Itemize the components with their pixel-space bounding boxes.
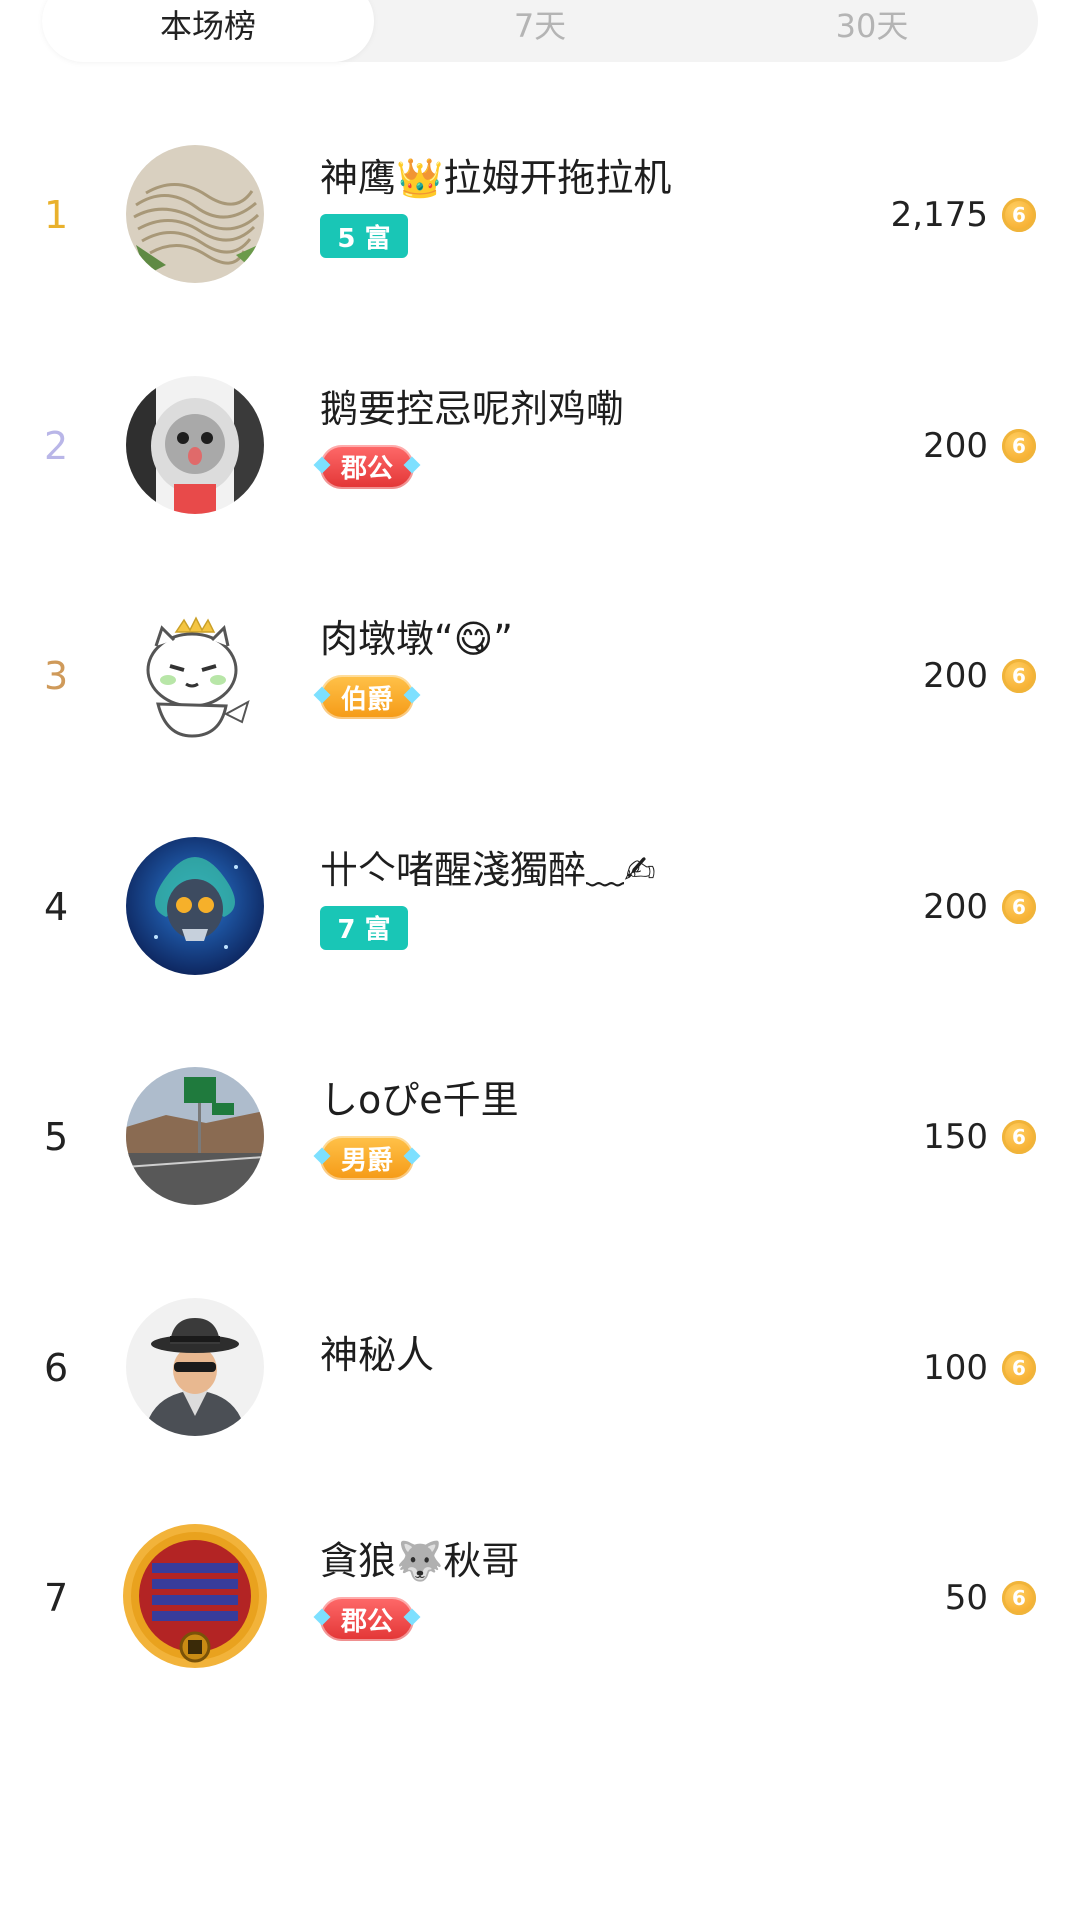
score: 100 6 <box>923 1253 1036 1483</box>
ranking-row[interactable]: 4 卄亽啫醒淺獨醉﹏✍ 7 富 200 6 <box>0 792 1080 1023</box>
user-info: 肉墩墩“😋” 伯爵 <box>320 613 880 719</box>
ranking-list: 1 神鹰👑拉姆开拖拉机 5 富 2,175 6 2 鹅要控忌呢剂鸡嘞 郡公 20… <box>0 100 1080 1714</box>
wealth-level-badge: 5 富 <box>320 214 408 258</box>
score: 200 6 <box>923 561 1036 791</box>
user-info: 貪狼🐺秋哥 郡公 <box>320 1535 880 1641</box>
score-value: 2,175 <box>890 195 988 235</box>
coin-icon: 6 <box>1002 1120 1036 1154</box>
skull-avatar[interactable] <box>126 836 264 975</box>
username: 肉墩墩“😋” <box>320 617 513 661</box>
username: 神秘人 <box>320 1332 435 1377</box>
mystery-man-avatar[interactable] <box>126 1297 264 1436</box>
user-info: 神鹰👑拉姆开拖拉机 5 富 <box>320 152 880 258</box>
rank-number: 1 <box>44 193 69 237</box>
coin-icon: 6 <box>1002 659 1036 693</box>
cat-hoodie-avatar[interactable] <box>126 375 264 514</box>
framed-avatar[interactable] <box>122 1523 268 1669</box>
ranking-row[interactable]: 1 神鹰👑拉姆开拖拉机 5 富 2,175 6 <box>0 100 1080 331</box>
user-info: しoぴe千里 男爵 <box>320 1074 880 1180</box>
ranking-row[interactable]: 6 神秘人 100 6 <box>0 1253 1080 1484</box>
rank-number: 6 <box>44 1345 69 1390</box>
rank-number: 4 <box>44 884 69 929</box>
score: 2,175 6 <box>891 100 1036 330</box>
score: 200 6 <box>923 792 1036 1022</box>
ranking-row[interactable]: 7 貪狼🐺秋哥 郡公 50 6 <box>0 1483 1080 1714</box>
noble-title-badge: 郡公 <box>320 444 414 489</box>
score: 150 6 <box>923 1022 1036 1252</box>
user-info: 鹅要控忌呢剂鸡嘞 郡公 <box>320 383 880 489</box>
ranking-row[interactable]: 5 しoぴe千里 男爵 150 6 <box>0 1022 1080 1253</box>
highway-avatar[interactable] <box>126 1067 264 1205</box>
tab-30-days[interactable]: 30天 <box>706 0 1038 62</box>
ranking-row[interactable]: 2 鹅要控忌呢剂鸡嘞 郡公 200 6 <box>0 331 1080 562</box>
rank-number: 2 <box>44 423 69 468</box>
ranking-tab-bar: 本场榜 7天 30天 <box>42 0 1038 62</box>
noble-title-badge: 男爵 <box>320 1136 414 1180</box>
username: しoぴe千里 <box>320 1078 519 1122</box>
coin-icon: 6 <box>1002 1350 1036 1385</box>
tab-this-session[interactable]: 本场榜 <box>42 0 374 62</box>
username: 鹅要控忌呢剂鸡嘞 <box>320 386 625 431</box>
noble-title-badge: 郡公 <box>320 1597 414 1641</box>
rank-number: 7 <box>44 1576 69 1620</box>
score: 200 6 <box>923 331 1036 561</box>
noble-title-badge: 伯爵 <box>320 675 414 719</box>
ranking-row[interactable]: 3 肉墩墩“😋” 伯爵 200 6 <box>0 561 1080 792</box>
username: 卄亽啫醒淺獨醉﹏✍ <box>320 847 656 892</box>
user-info: 卄亽啫醒淺獨醉﹏✍ 7 富 <box>320 844 880 950</box>
rank-number: 3 <box>44 654 69 698</box>
score-value: 50 <box>944 1578 988 1618</box>
username: 貪狼🐺秋哥 <box>320 1539 520 1583</box>
coin-icon: 6 <box>1002 428 1036 463</box>
score-value: 100 <box>923 1347 988 1388</box>
coin-icon: 6 <box>1002 198 1036 232</box>
coin-icon: 6 <box>1002 889 1036 924</box>
user-info: 神秘人 <box>320 1305 880 1381</box>
username: 神鹰👑拉姆开拖拉机 <box>320 156 672 200</box>
score-value: 200 <box>923 886 988 927</box>
rank-number: 5 <box>44 1115 69 1159</box>
score-value: 200 <box>923 656 988 696</box>
coin-icon: 6 <box>1002 1581 1036 1615</box>
score: 50 6 <box>945 1483 1036 1713</box>
tab-7-days[interactable]: 7天 <box>374 0 706 62</box>
noodles-avatar[interactable] <box>126 145 264 283</box>
wealth-level-badge: 7 富 <box>320 905 408 950</box>
score-value: 200 <box>923 425 988 466</box>
cartoon-cat-avatar[interactable] <box>126 606 264 744</box>
score-value: 150 <box>923 1117 988 1157</box>
